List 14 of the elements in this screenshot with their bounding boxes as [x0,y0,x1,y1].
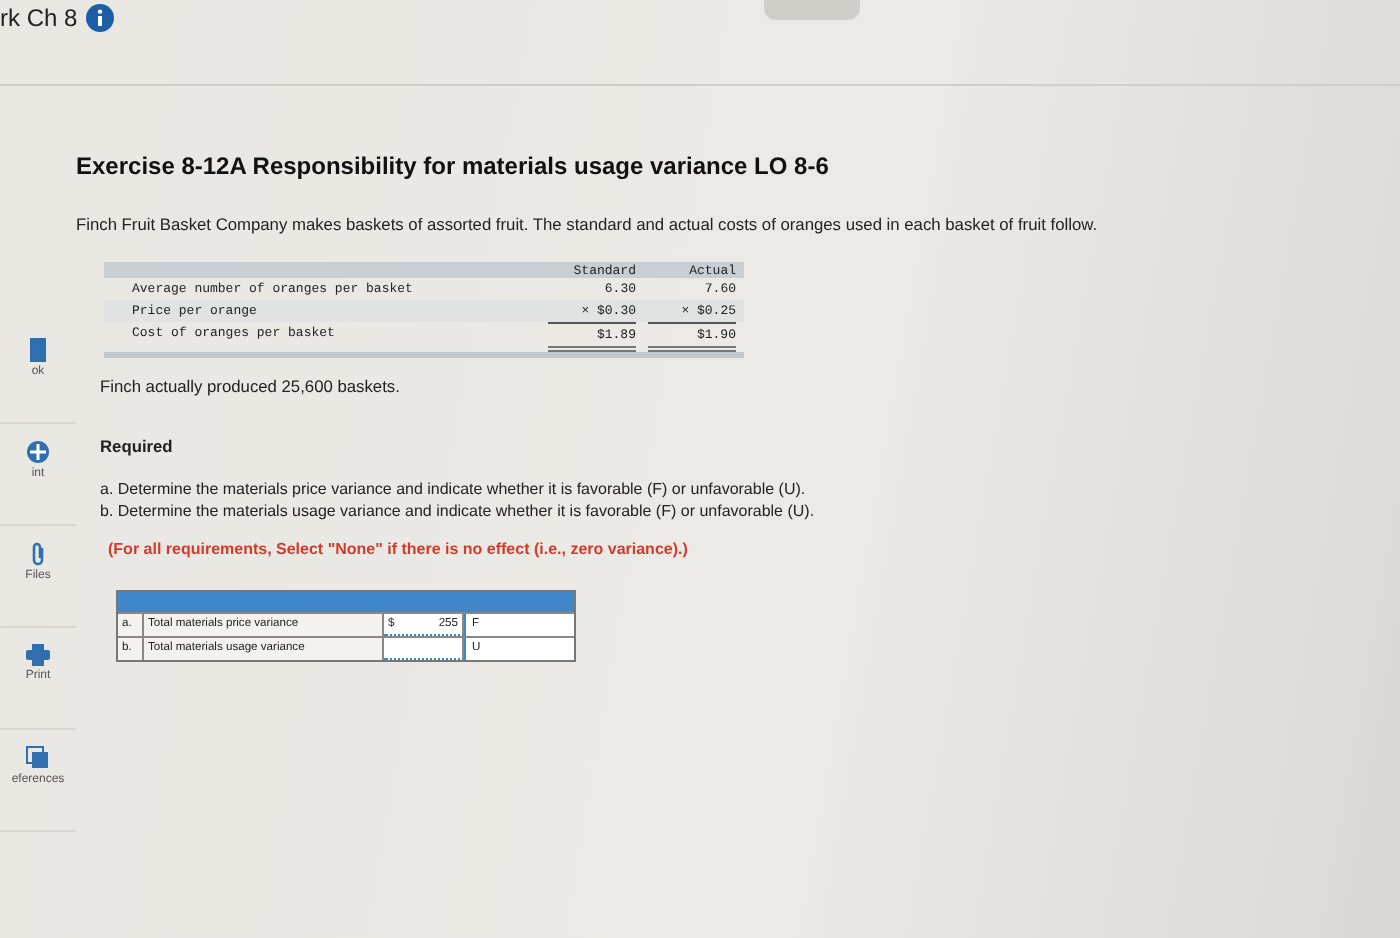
intro-text: Finch Fruit Basket Company makes baskets of assorted fruit. The standard and actual costs of oranges used in each basket of fruit follow. [76,214,1100,236]
required-heading: Required [100,436,175,456]
requirement-text: a. Determine the materials price variance and indicate whether it is favorable (F) or unfavorable (U). [100,478,808,500]
exercise-title: Exercise 8-12A Responsibility for materials usage variance LO 8-6 [76,152,831,180]
page-title: rk Ch 8 [0,4,78,32]
amount-field[interactable] [384,638,464,660]
instruction-note: (For all requirements, Select "None" if there is no effect (i.e., zero variance).) [108,540,690,558]
production-text: Finch actually produced 25,600 baskets. [100,376,402,398]
status-pill [764,0,860,20]
book-icon [30,338,46,362]
requirement-text: b. Determine the materials usage variance and indicate whether it is favorable (F) or unfavorable (U). [100,500,817,522]
paperclip-icon [30,542,46,566]
info-icon[interactable] [85,4,114,32]
stacked-pages-icon [26,746,50,770]
